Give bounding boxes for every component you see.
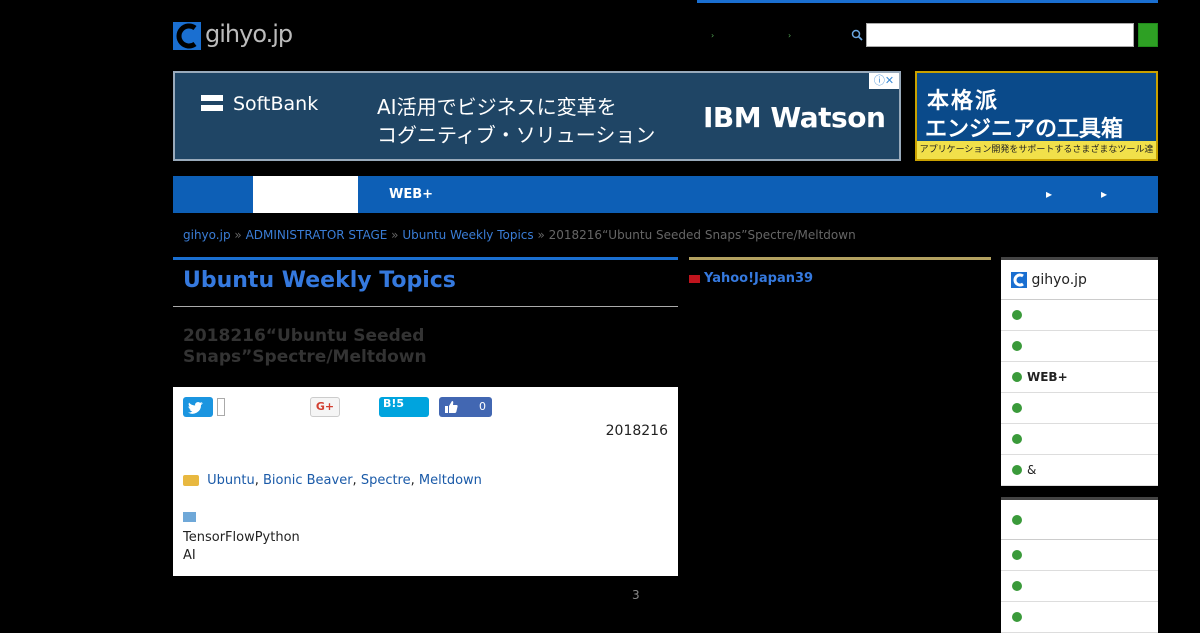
breadcrumb: gihyo.jp » ADMINISTRATOR STAGE » Ubuntu …: [183, 228, 856, 242]
sidebar-item[interactable]: [1001, 331, 1158, 362]
ad-product: IBM Watson: [703, 101, 886, 134]
ad-headline: AI活用でビジネスに変革を コグニティブ・ソリューション: [377, 95, 656, 147]
related-item[interactable]: AI: [183, 547, 300, 565]
nav-item-3[interactable]: WEB+: [368, 176, 454, 213]
side-ad[interactable]: 本格派 エンジニアの工具箱 アプリケーション開発をサポートするさまざまなツール達: [915, 71, 1158, 161]
nav-right-1[interactable]: ▸: [1046, 176, 1052, 213]
article-title: 2018216“Ubuntu Seeded Snaps”Spectre/Melt…: [183, 326, 427, 367]
gplus-button[interactable]: G+: [310, 397, 340, 417]
tag-link[interactable]: Spectre: [361, 473, 411, 488]
series-title[interactable]: Ubuntu Weekly Topics: [183, 268, 456, 293]
thumbs-up-icon: [445, 401, 458, 413]
nav-item-4[interactable]: [469, 176, 579, 213]
top-accent-line: [697, 0, 1158, 3]
article-date: 2018216: [605, 423, 668, 439]
related-item[interactable]: TensorFlowPython: [183, 529, 300, 547]
site-logo[interactable]: gihyo.jp: [173, 20, 315, 52]
series-accent-bar: [173, 257, 678, 260]
breadcrumb-series[interactable]: Ubuntu Weekly Topics: [402, 228, 533, 242]
tag-icon: [183, 475, 199, 486]
article-meta-box: G+ B!5 0 2018216 Ubuntu, Bionic Beaver, …: [173, 387, 678, 576]
sidebar-item[interactable]: WEB+: [1001, 362, 1158, 393]
sidebar-item[interactable]: [1001, 540, 1158, 571]
header-link-1[interactable]: ›: [711, 28, 716, 41]
flag-icon: [689, 274, 700, 283]
arrow-icon: ›: [711, 31, 715, 40]
twitter-icon: [188, 401, 203, 414]
breadcrumb-section[interactable]: ADMINISTRATOR STAGE: [246, 228, 388, 242]
tag-link[interactable]: Meltdown: [419, 473, 482, 488]
tweet-count: [217, 398, 225, 416]
sidebar-item[interactable]: [1001, 300, 1158, 331]
search-input[interactable]: [866, 23, 1134, 47]
page-count: 3: [632, 588, 640, 602]
tag-link[interactable]: Ubuntu: [207, 473, 255, 488]
adchoices-icon[interactable]: ⓘ✕: [869, 73, 899, 89]
breadcrumb-home[interactable]: gihyo.jp: [183, 228, 231, 242]
nav-item-2[interactable]: [253, 176, 358, 213]
sidebar-item[interactable]: [1001, 602, 1158, 633]
facebook-like-button[interactable]: 0: [439, 397, 492, 417]
sidebar-box-2: [1001, 497, 1158, 633]
facebook-like-count: 0: [479, 400, 486, 413]
news-headline[interactable]: Yahoo!Japan39: [689, 269, 969, 288]
sidebar-item[interactable]: &: [1001, 455, 1158, 486]
logo-mark-icon: [173, 22, 201, 50]
sidebar-item[interactable]: [1001, 393, 1158, 424]
tag-list: Ubuntu, Bionic Beaver, Spectre, Meltdown: [183, 473, 482, 488]
divider: [173, 306, 678, 307]
sidebar-item[interactable]: [1001, 424, 1158, 455]
sidebar-logo[interactable]: gihyo.jp: [1001, 260, 1158, 300]
header-link-2[interactable]: ›: [788, 28, 793, 41]
related-list: TensorFlowPython AI: [183, 529, 300, 565]
tag-link[interactable]: Bionic Beaver: [263, 473, 353, 488]
nav-right-2[interactable]: ▸: [1101, 176, 1107, 213]
related-arrow-icon: [183, 512, 196, 522]
main-nav: WEB+ ▸ ▸: [173, 176, 1158, 213]
sidebar-sites-box: gihyo.jp WEB+ &: [1001, 257, 1158, 486]
logo-text: gihyo.jp: [205, 20, 293, 48]
sidebar-item[interactable]: [1001, 571, 1158, 602]
news-accent-bar: [689, 257, 991, 260]
sidebar-box-title: [1001, 500, 1158, 540]
nav-item-1[interactable]: [173, 176, 253, 213]
logo-mark-icon: [1011, 272, 1027, 288]
search-button[interactable]: [1138, 23, 1158, 47]
arrow-icon: ›: [788, 31, 792, 40]
softbank-logo-icon: [201, 95, 223, 111]
hatena-bookmark-button[interactable]: B!5: [379, 397, 429, 417]
tweet-button[interactable]: [183, 397, 213, 417]
ad-brand: SoftBank: [233, 93, 319, 115]
search-icon: [851, 29, 863, 41]
breadcrumb-current: 2018216“Ubuntu Seeded Snaps”Spectre/Melt…: [548, 228, 856, 242]
banner-ad[interactable]: SoftBank AI活用でビジネスに変革を コグニティブ・ソリューション IB…: [173, 71, 901, 161]
